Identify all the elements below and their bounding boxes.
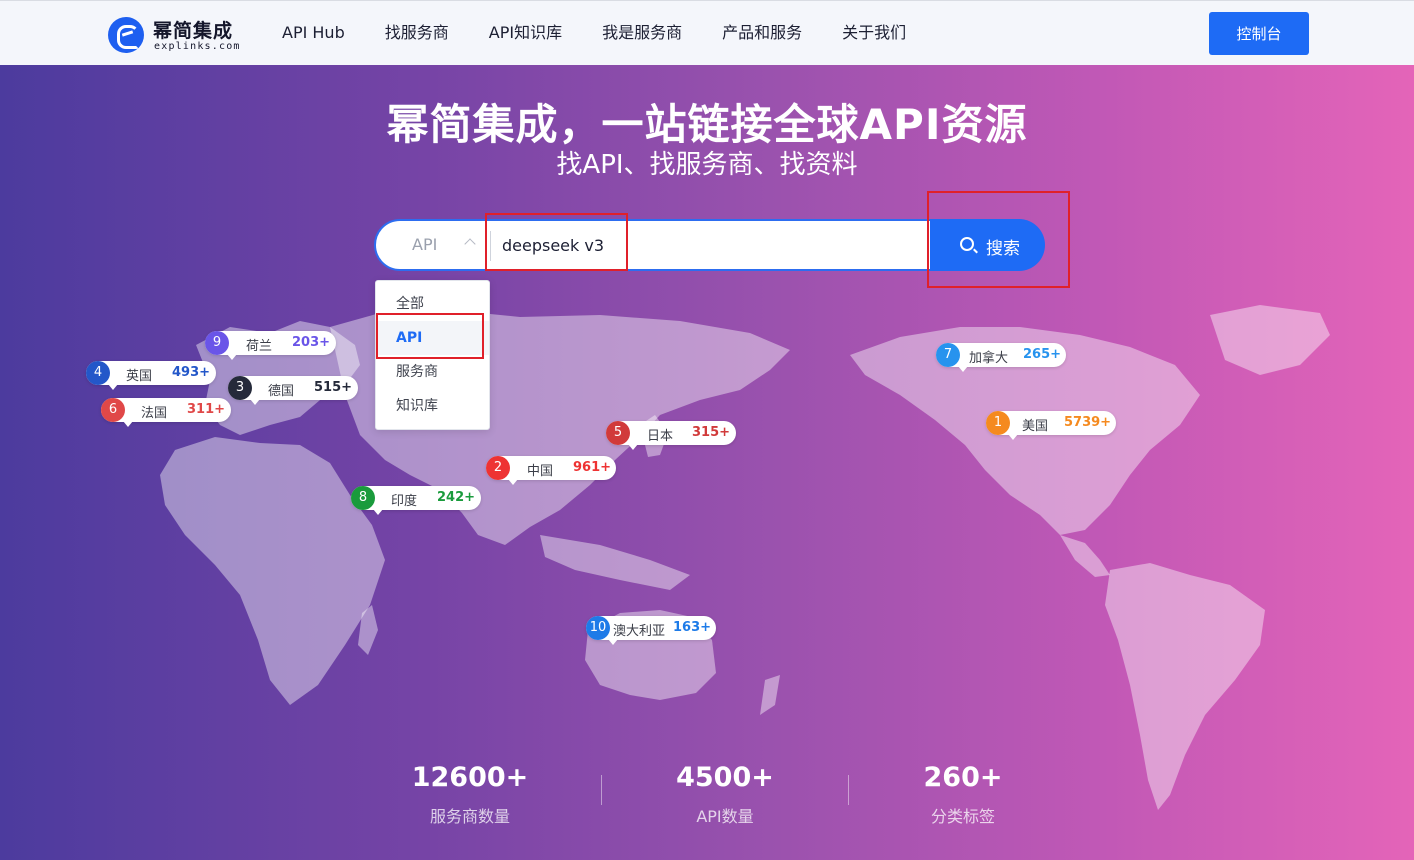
pin-country: 法国 bbox=[141, 406, 168, 421]
main-nav: API Hub 找服务商 API知识库 我是服务商 产品和服务 关于我们 bbox=[262, 1, 926, 66]
hero-section: 幂简集成，一站链接全球API资源 找API、找服务商、找资料 9 荷兰 203+… bbox=[0, 65, 1414, 860]
hero-title: 幂简集成，一站链接全球API资源 bbox=[386, 100, 1028, 149]
logo-icon bbox=[108, 17, 144, 53]
map-pin-india[interactable]: 8 印度 242+ bbox=[351, 486, 481, 515]
logo-domain: explinks.com bbox=[154, 41, 241, 52]
pin-rank-badge: 8 bbox=[351, 486, 375, 510]
stat-label: 服务商数量 bbox=[429, 807, 510, 826]
stat-providers: 12600+ 服务商数量 bbox=[370, 762, 570, 827]
search-bar: API bbox=[374, 219, 946, 271]
world-map-illustration bbox=[160, 305, 1330, 810]
chevron-up-icon bbox=[464, 238, 476, 250]
pin-count: 315+ bbox=[692, 425, 731, 440]
map-pin-usa[interactable]: 1 美国 5739+ bbox=[986, 411, 1116, 440]
highlight-box-search-button bbox=[927, 191, 1070, 288]
pin-country: 中国 bbox=[527, 464, 554, 479]
nav-api-hub[interactable]: API Hub bbox=[262, 1, 365, 66]
search-type-select[interactable]: API bbox=[376, 221, 490, 269]
pin-count: 311+ bbox=[187, 402, 226, 417]
highlight-box-api-option bbox=[376, 313, 484, 359]
pin-country: 澳大利亚 bbox=[613, 624, 666, 639]
stat-label: API数量 bbox=[696, 807, 754, 826]
logo-text: 幂简集成 bbox=[153, 20, 234, 42]
top-header: 幂简集成 explinks.com API Hub 找服务商 API知识库 我是… bbox=[0, 0, 1414, 65]
pin-country: 美国 bbox=[1022, 419, 1049, 434]
stat-value: 260+ bbox=[923, 762, 1003, 793]
pin-rank-badge: 4 bbox=[86, 361, 110, 385]
pin-country: 加拿大 bbox=[969, 351, 1009, 366]
dropdown-option-providers[interactable]: 服务商 bbox=[376, 355, 489, 389]
map-pin-japan[interactable]: 5 日本 315+ bbox=[606, 421, 736, 450]
pin-count: 961+ bbox=[573, 460, 612, 475]
pin-country: 英国 bbox=[126, 369, 153, 384]
nav-find-providers[interactable]: 找服务商 bbox=[365, 1, 469, 66]
pin-country: 印度 bbox=[391, 494, 418, 509]
nav-products-services[interactable]: 产品和服务 bbox=[702, 1, 822, 66]
pin-count: 242+ bbox=[437, 490, 476, 505]
pin-rank-badge: 5 bbox=[606, 421, 630, 445]
pin-rank-badge: 6 bbox=[101, 398, 125, 422]
pin-rank-badge: 7 bbox=[936, 343, 960, 367]
pin-count: 203+ bbox=[292, 335, 331, 350]
hero-subtitle: 找API、找服务商、找资料 bbox=[556, 150, 858, 180]
map-pin-china[interactable]: 2 中国 961+ bbox=[486, 456, 616, 485]
stat-apis: 4500+ API数量 bbox=[625, 762, 825, 827]
pin-rank-badge: 1 bbox=[986, 411, 1010, 435]
map-pin-canada[interactable]: 7 加拿大 265+ bbox=[936, 343, 1066, 372]
stat-value: 12600+ bbox=[411, 762, 529, 793]
map-pin-australia[interactable]: 10 澳大利亚 163+ bbox=[586, 616, 716, 645]
pin-rank-badge: 3 bbox=[228, 376, 252, 400]
console-button[interactable]: 控制台 bbox=[1209, 12, 1309, 55]
pin-count: 515+ bbox=[314, 380, 353, 395]
pin-rank-badge: 2 bbox=[486, 456, 510, 480]
pin-country: 荷兰 bbox=[246, 339, 273, 354]
pin-count: 5739+ bbox=[1064, 415, 1112, 430]
pin-country: 日本 bbox=[647, 429, 674, 444]
map-pin-netherlands[interactable]: 9 荷兰 203+ bbox=[205, 331, 336, 360]
map-pin-uk[interactable]: 4 英国 493+ bbox=[86, 361, 216, 390]
pin-count: 493+ bbox=[172, 365, 211, 380]
stat-label: 分类标签 bbox=[930, 807, 995, 826]
site-logo[interactable]: 幂简集成 explinks.com bbox=[108, 15, 241, 53]
pin-rank-badge: 9 bbox=[205, 331, 229, 355]
stat-tags: 260+ 分类标签 bbox=[863, 762, 1063, 827]
nav-api-knowledge[interactable]: API知识库 bbox=[469, 1, 582, 66]
nav-about-us[interactable]: 关于我们 bbox=[822, 1, 926, 66]
stat-divider bbox=[848, 775, 849, 805]
search-type-value: API bbox=[412, 235, 438, 254]
dropdown-option-knowledge[interactable]: 知识库 bbox=[376, 389, 489, 423]
map-pin-france[interactable]: 6 法国 311+ bbox=[101, 398, 231, 427]
pin-rank-badge: 10 bbox=[586, 616, 610, 640]
nav-i-am-provider[interactable]: 我是服务商 bbox=[582, 1, 702, 66]
highlight-box-query bbox=[485, 213, 628, 271]
stat-divider bbox=[601, 775, 602, 805]
map-pin-germany[interactable]: 3 德国 515+ bbox=[228, 376, 358, 405]
pin-count: 265+ bbox=[1023, 347, 1062, 362]
pin-country: 德国 bbox=[268, 384, 295, 399]
pin-count: 163+ bbox=[673, 620, 712, 635]
stat-value: 4500+ bbox=[676, 762, 774, 793]
